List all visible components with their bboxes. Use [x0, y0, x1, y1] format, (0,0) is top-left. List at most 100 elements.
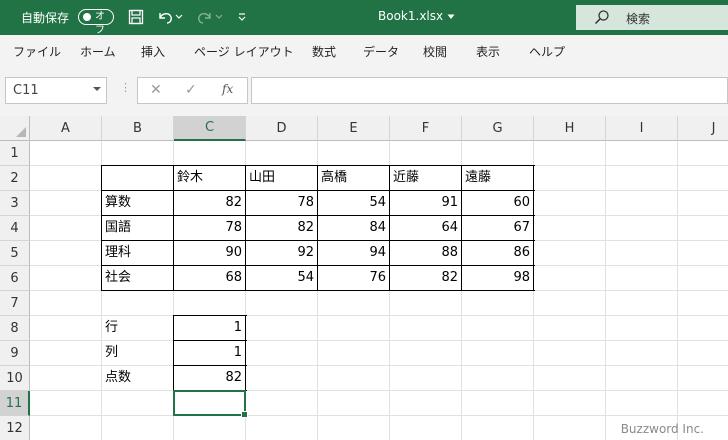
cell-e8[interactable]	[318, 316, 390, 341]
cell-j9[interactable]	[678, 341, 728, 366]
row-header-12[interactable]: 12	[0, 416, 30, 440]
cell-a8[interactable]	[30, 316, 102, 341]
cell-d12[interactable]	[246, 416, 318, 440]
cell-g8[interactable]	[462, 316, 534, 341]
cell-b7[interactable]	[102, 291, 174, 316]
cell-d9[interactable]	[246, 341, 318, 366]
cell-j10[interactable]	[678, 366, 728, 391]
cell-g9[interactable]	[462, 341, 534, 366]
cell-f8[interactable]	[390, 316, 462, 341]
row-header-2[interactable]: 2	[0, 166, 30, 191]
name-box[interactable]: C11	[5, 77, 107, 104]
cell-j3[interactable]	[678, 191, 728, 216]
cell-i11[interactable]	[606, 391, 678, 416]
cell-i6[interactable]	[606, 266, 678, 291]
cell-c9[interactable]: 1	[174, 341, 246, 366]
insert-function-icon[interactable]: fx	[222, 82, 233, 96]
cell-a7[interactable]	[30, 291, 102, 316]
cell-b2[interactable]	[102, 166, 174, 191]
cell-g12[interactable]	[462, 416, 534, 440]
cell-a9[interactable]	[30, 341, 102, 366]
cell-i5[interactable]	[606, 241, 678, 266]
cancel-icon[interactable]: ✕	[150, 82, 162, 98]
cell-f5[interactable]: 88	[390, 241, 462, 266]
enter-icon[interactable]: ✓	[185, 82, 197, 98]
cell-b12[interactable]	[102, 416, 174, 440]
tab-page-layout[interactable]: ページ レイアウト	[194, 43, 294, 60]
cell-c12[interactable]	[174, 416, 246, 440]
cell-h12[interactable]	[534, 416, 606, 440]
column-header-g[interactable]: G	[462, 116, 534, 141]
redo-dropdown-icon[interactable]	[214, 8, 224, 26]
cell-g11[interactable]	[462, 391, 534, 416]
cell-e12[interactable]	[318, 416, 390, 440]
row-header-11[interactable]: 11	[0, 391, 30, 416]
save-icon[interactable]	[127, 8, 145, 26]
cell-a12[interactable]	[30, 416, 102, 440]
cell-h5[interactable]	[534, 241, 606, 266]
cell-h8[interactable]	[534, 316, 606, 341]
cell-e3[interactable]: 54	[318, 191, 390, 216]
cell-i8[interactable]	[606, 316, 678, 341]
cell-i1[interactable]	[606, 141, 678, 166]
row-header-9[interactable]: 9	[0, 341, 30, 366]
cell-f6[interactable]: 82	[390, 266, 462, 291]
column-header-e[interactable]: E	[318, 116, 390, 141]
cell-e2[interactable]: 高橋	[318, 166, 390, 191]
column-header-i[interactable]: I	[606, 116, 678, 141]
tab-home[interactable]: ホーム	[80, 43, 116, 60]
cell-c10[interactable]: 82	[174, 366, 246, 391]
cell-j5[interactable]	[678, 241, 728, 266]
cell-f7[interactable]	[390, 291, 462, 316]
cell-e11[interactable]	[318, 391, 390, 416]
cell-c2[interactable]: 鈴木	[174, 166, 246, 191]
name-box-dropdown-icon[interactable]	[93, 87, 101, 91]
cell-g4[interactable]: 67	[462, 216, 534, 241]
row-header-5[interactable]: 5	[0, 241, 30, 266]
tab-view[interactable]: 表示	[476, 43, 500, 60]
row-header-8[interactable]: 8	[0, 316, 30, 341]
column-header-c[interactable]: C	[174, 116, 246, 141]
cell-c1[interactable]	[174, 141, 246, 166]
resize-handle-icon[interactable]: ⋮	[120, 81, 131, 94]
cell-h6[interactable]	[534, 266, 606, 291]
cell-f10[interactable]	[390, 366, 462, 391]
cell-b8[interactable]: 行	[102, 316, 174, 341]
cell-c5[interactable]: 90	[174, 241, 246, 266]
customize-toolbar-icon[interactable]	[233, 8, 251, 26]
title-dropdown-icon[interactable]	[446, 8, 456, 26]
formula-input[interactable]	[251, 77, 728, 104]
cell-j1[interactable]	[678, 141, 728, 166]
column-header-f[interactable]: F	[390, 116, 462, 141]
cell-b10[interactable]: 点数	[102, 366, 174, 391]
cell-g6[interactable]: 98	[462, 266, 534, 291]
cell-g5[interactable]: 86	[462, 241, 534, 266]
cell-j7[interactable]	[678, 291, 728, 316]
fill-handle[interactable]	[241, 411, 248, 418]
cell-d5[interactable]: 92	[246, 241, 318, 266]
select-all-button[interactable]	[0, 116, 30, 141]
cell-c3[interactable]: 82	[174, 191, 246, 216]
cell-a2[interactable]	[30, 166, 102, 191]
row-header-3[interactable]: 3	[0, 191, 30, 216]
cell-f4[interactable]: 64	[390, 216, 462, 241]
cell-b1[interactable]	[102, 141, 174, 166]
cell-f2[interactable]: 近藤	[390, 166, 462, 191]
cell-c7[interactable]	[174, 291, 246, 316]
row-header-10[interactable]: 10	[0, 366, 30, 391]
cell-b5[interactable]: 理科	[102, 241, 174, 266]
cell-g10[interactable]	[462, 366, 534, 391]
autosave-toggle[interactable]: オフ	[78, 9, 114, 36]
cell-c8[interactable]: 1	[174, 316, 246, 341]
cell-g7[interactable]	[462, 291, 534, 316]
cell-e6[interactable]: 76	[318, 266, 390, 291]
cell-i2[interactable]	[606, 166, 678, 191]
cell-b3[interactable]: 算数	[102, 191, 174, 216]
cell-h7[interactable]	[534, 291, 606, 316]
cell-b4[interactable]: 国語	[102, 216, 174, 241]
column-header-b[interactable]: B	[102, 116, 174, 141]
column-header-h[interactable]: H	[534, 116, 606, 141]
cell-d4[interactable]: 82	[246, 216, 318, 241]
cell-j8[interactable]	[678, 316, 728, 341]
row-header-4[interactable]: 4	[0, 216, 30, 241]
